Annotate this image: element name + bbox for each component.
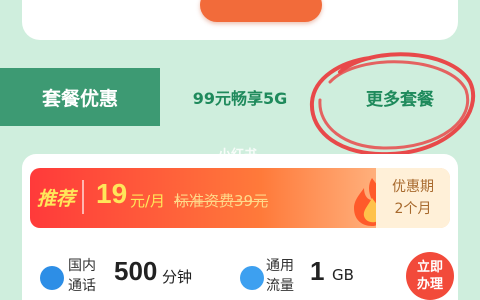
apply-line-1: 立即 [416, 260, 443, 275]
data-value: 1 [310, 256, 325, 286]
calls-value: 500 [114, 256, 158, 286]
data-label: 通用 流量 [266, 256, 294, 296]
top-action-button[interactable] [200, 0, 322, 22]
calls-label-1: 国内 [68, 258, 96, 274]
calls-label-2: 通话 [68, 278, 96, 294]
plan-card: 推荐 19 元/月 标准资费39元 优惠期 2个月 国内 通话 500 分钟 通… [22, 154, 458, 300]
divider [82, 180, 84, 214]
top-card [22, 0, 458, 40]
apply-line-2: 办理 [416, 277, 443, 292]
droplet-icon [240, 266, 264, 290]
promo-line-1: 优惠期 [392, 179, 434, 195]
plan-header: 推荐 19 元/月 标准资费39元 优惠期 2个月 [30, 168, 450, 228]
promo-period: 优惠期 2个月 [376, 168, 450, 228]
tab-package-offers[interactable]: 套餐优惠 [0, 68, 160, 126]
recommend-tag: 推荐 [36, 187, 75, 210]
standard-fee: 标准资费39元 [174, 192, 269, 210]
price-unit: 元/月 [130, 192, 166, 210]
calls-unit: 分钟 [162, 268, 193, 286]
plan-features: 国内 通话 500 分钟 通用 流量 1 GB 立即 办理 [34, 252, 454, 300]
calls-label: 国内 通话 [68, 256, 96, 296]
apply-now-button[interactable]: 立即 办理 [406, 252, 454, 300]
promo-line-2: 2个月 [394, 201, 432, 217]
data-label-2: 流量 [266, 278, 294, 294]
phone-icon [40, 266, 64, 290]
red-circle-annotation [309, 52, 476, 157]
plan-price: 19 [96, 178, 128, 209]
data-label-1: 通用 [266, 258, 294, 274]
tab-99-5g[interactable]: 99元畅享5G [160, 68, 320, 126]
data-unit: GB [332, 266, 354, 284]
